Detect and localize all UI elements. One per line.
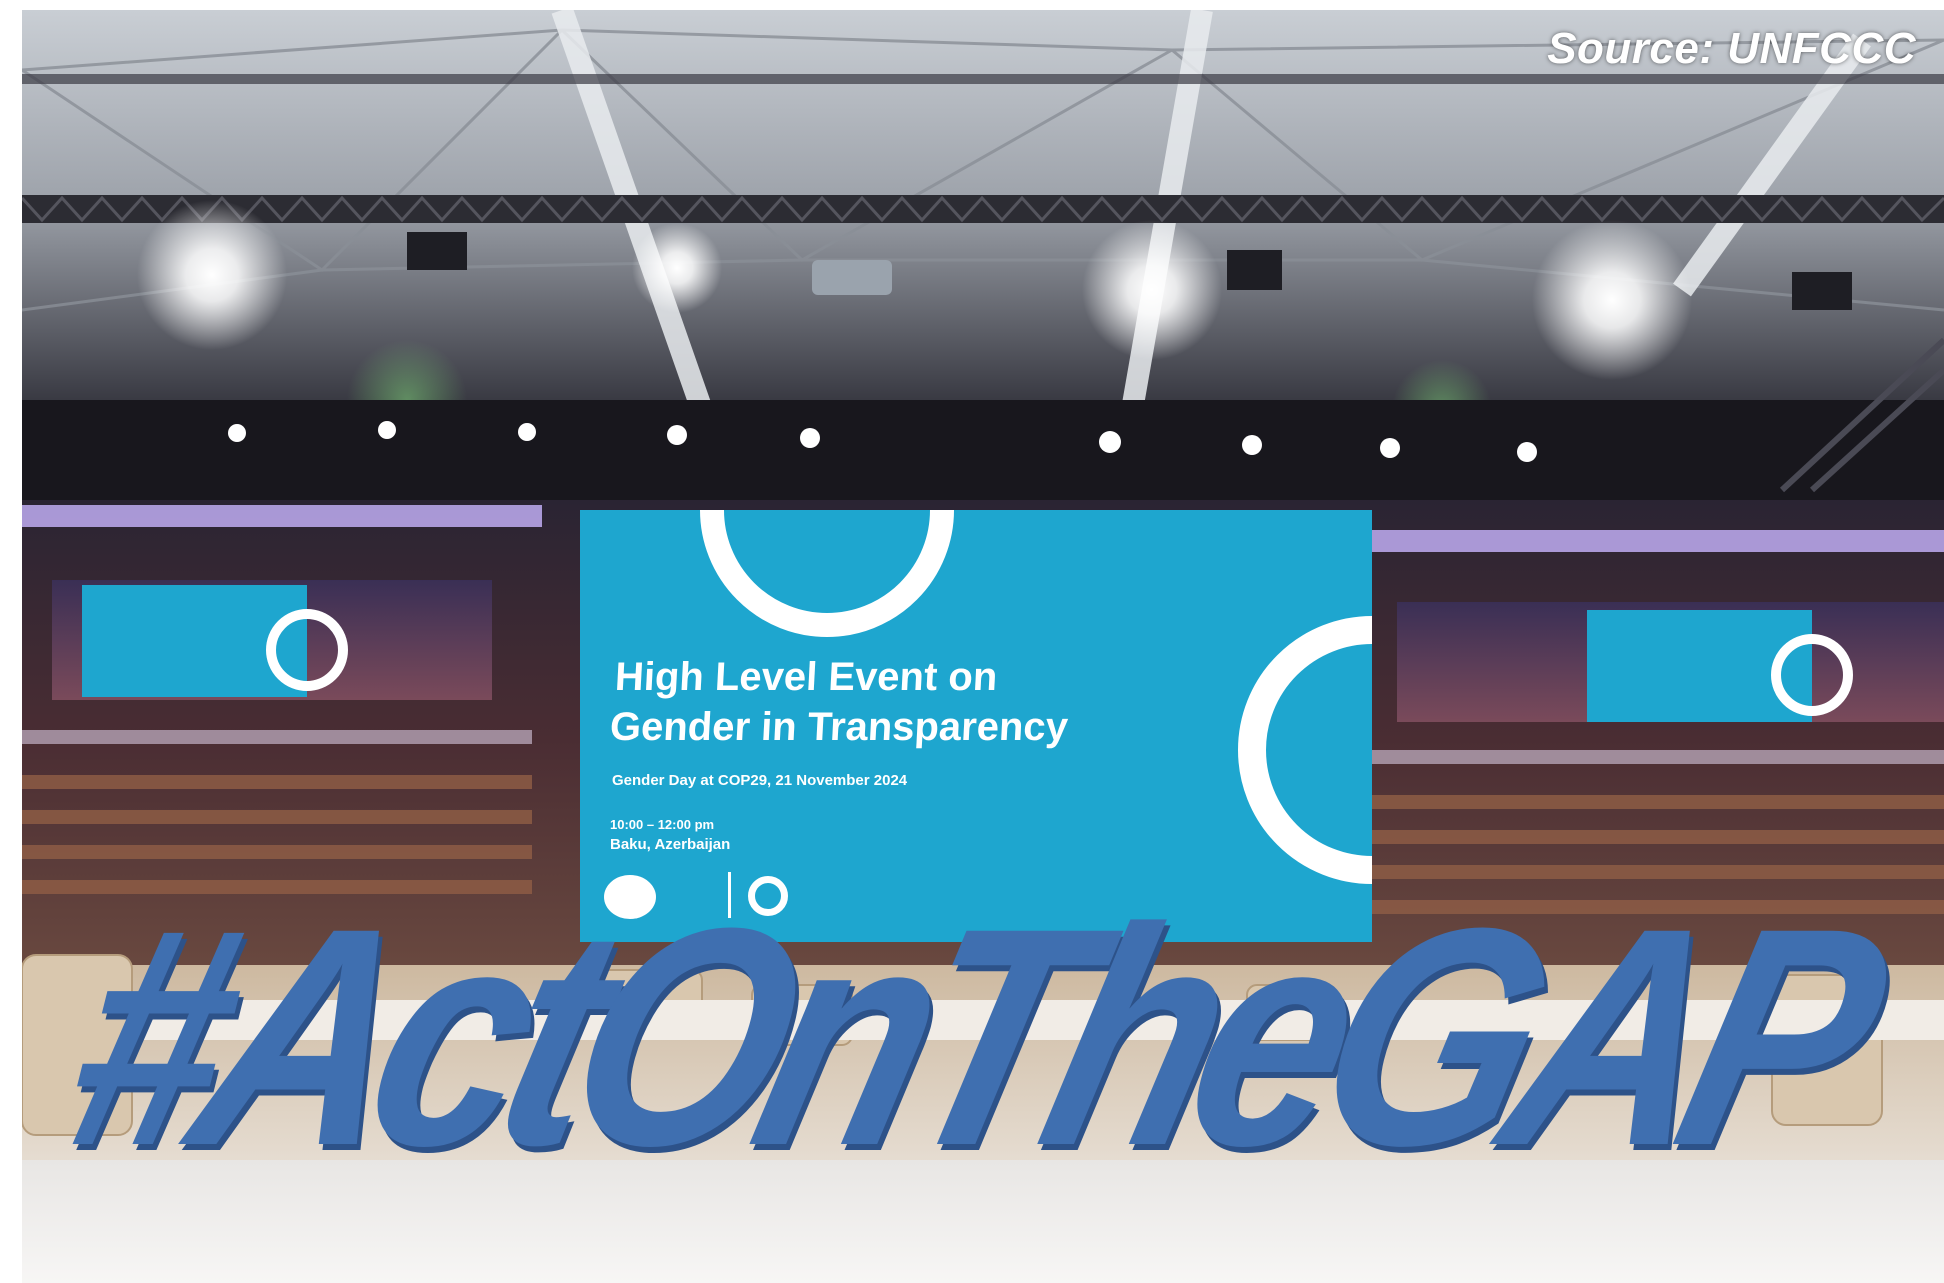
left-side-screen [52, 580, 492, 700]
photo-credit: Source: UNFCCC [1547, 24, 1916, 73]
screen-time: 10:00 – 12:00 pm [610, 817, 715, 832]
actonthegap-sign: #ActOnTheGAP [37, 863, 1897, 1210]
event-photo: High Level Event on Gender in Transparen… [22, 10, 1944, 1283]
ceiling-shadow-band [22, 400, 1944, 510]
right-side-screen [1397, 602, 1944, 722]
screen-location: Baku, Azerbaijan [610, 836, 731, 853]
screen-subtitle: Gender Day at COP29, 21 November 2024 [612, 772, 908, 789]
screen-title-line-2: Gender in Transparency [608, 705, 1070, 749]
screen-title-line-1: High Level Event on [613, 655, 999, 699]
